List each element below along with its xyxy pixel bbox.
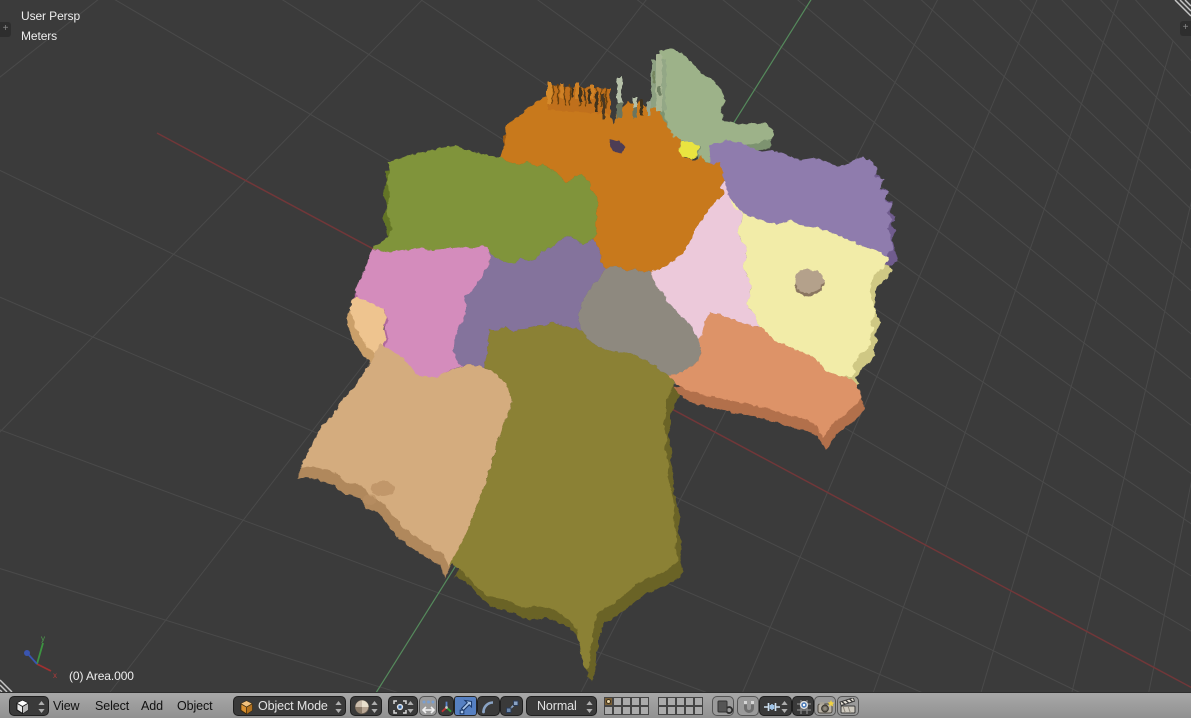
svg-text:y: y bbox=[41, 634, 45, 643]
svg-text:x: x bbox=[53, 671, 57, 680]
